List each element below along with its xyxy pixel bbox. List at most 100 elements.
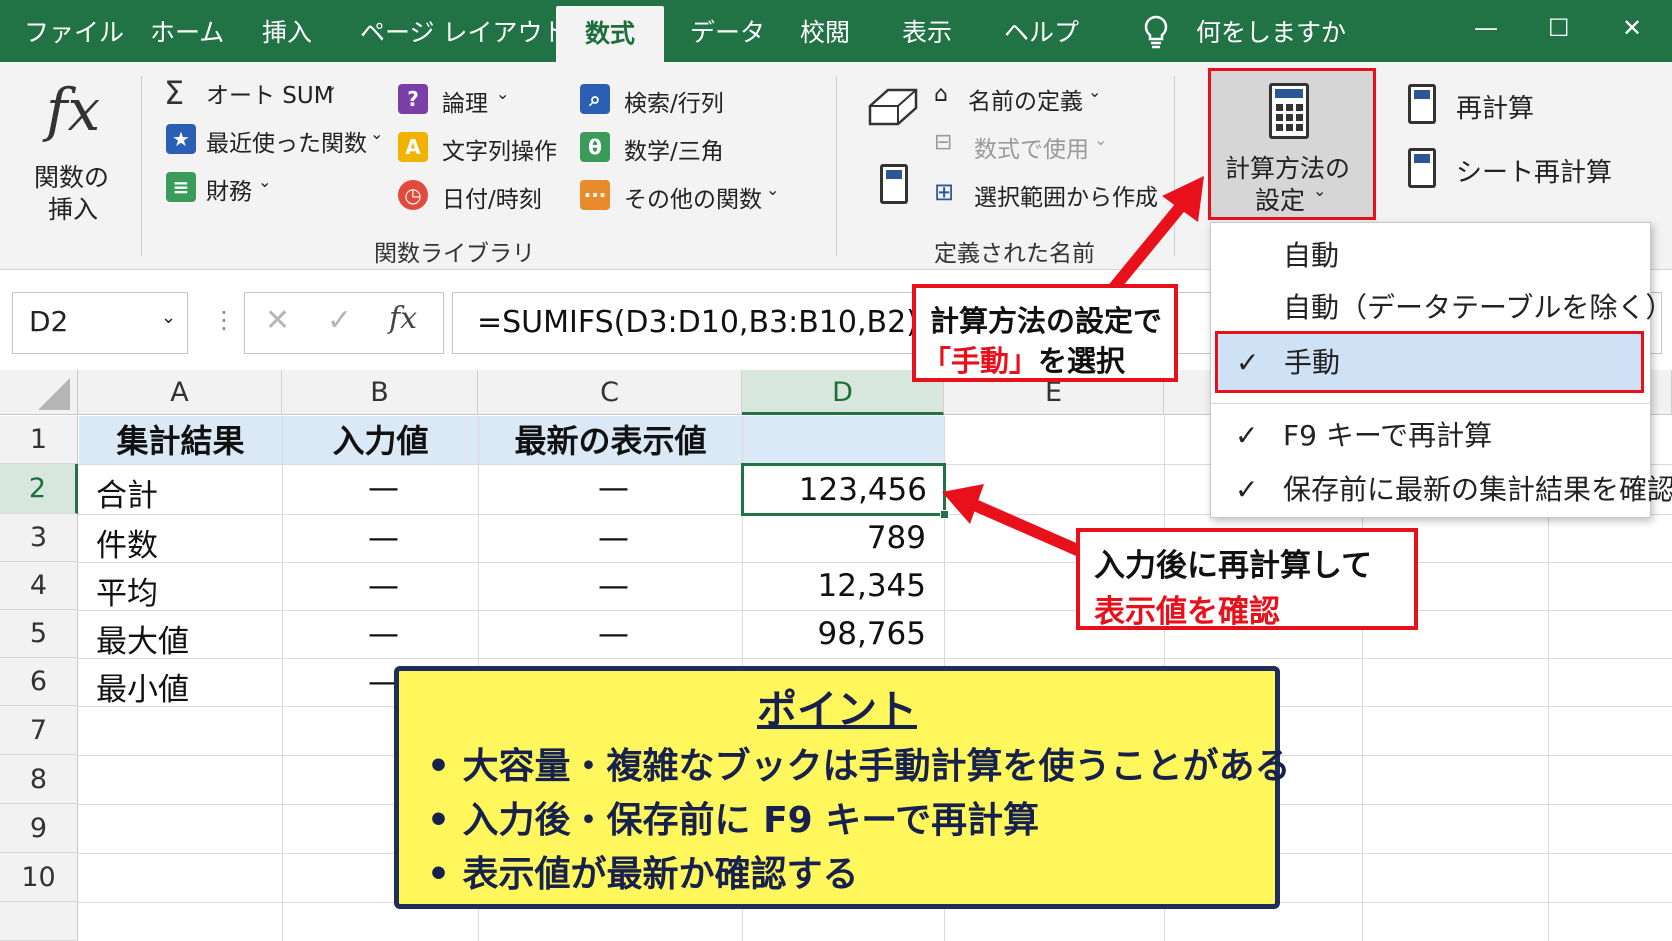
text-functions-label: 文字列操作 <box>442 139 557 165</box>
cell-b5[interactable]: — <box>368 616 399 652</box>
cell-a4[interactable]: 平均 <box>96 568 158 613</box>
more-functions-label: その他の関数 <box>624 187 762 213</box>
chevron-down-icon: ⌄ <box>766 180 780 199</box>
row-header-1[interactable]: 1 <box>0 416 78 464</box>
menu-item-recalc-before-save[interactable]: ✓ 保存前に最新の集計結果を確認 <box>1211 467 1672 513</box>
logical-label: 論理 <box>442 91 488 117</box>
calculation-options-label-2: 設定 <box>1255 186 1306 215</box>
insert-function-button[interactable]: fx 関数の 挿入 <box>20 76 130 226</box>
cell-b3[interactable]: — <box>368 520 399 556</box>
calculation-options-button[interactable]: 計算方法の 設定 ⌄ <box>1208 68 1376 220</box>
financial-label: 財務 <box>206 179 252 205</box>
menu-item-recalc-f9[interactable]: ✓ F9 キーで再計算 <box>1211 413 1650 459</box>
lightbulb-icon[interactable] <box>1142 14 1170 54</box>
column-header-c[interactable]: C <box>478 370 742 415</box>
point-bullet-2: • 入力後・保存前に F9 キーで再計算 <box>427 791 1039 843</box>
tab-view[interactable]: 表示 <box>902 0 952 62</box>
point-box: ポイント • 大容量・複雑なブックは手動計算を使うことがある • 入力後・保存前… <box>394 666 1291 909</box>
use-in-formula-label: 数式で使用 <box>974 137 1089 163</box>
tab-formulas[interactable]: 数式 <box>556 6 664 62</box>
autosum-label: オート SUM <box>206 83 334 109</box>
cell-a6[interactable]: 最小値 <box>96 664 189 709</box>
menu-divider <box>1211 403 1650 404</box>
cell-b2[interactable]: — <box>368 470 399 506</box>
menu-item-automatic[interactable]: 自動 <box>1211 233 1650 279</box>
insert-function-label: 関数の <box>34 163 110 192</box>
active-cell-d2[interactable]: 123,456 <box>741 463 949 519</box>
tab-page-layout[interactable]: ページ レイアウト <box>360 0 567 62</box>
define-name-label: 名前の定義 <box>968 89 1083 115</box>
calculation-options-menu: 自動 自動（データテーブルを除く） ✓ 手動 ✓ F9 キーで再計算 ✓ 保存前… <box>1210 222 1672 518</box>
cell-b1[interactable]: 入力値 <box>283 416 478 464</box>
fx-icon[interactable]: fx <box>389 301 417 336</box>
checkmark-icon: ✓ <box>1235 473 1259 506</box>
name-manager-icon[interactable] <box>866 84 920 134</box>
cell-a2[interactable]: 合計 <box>96 470 158 515</box>
formula-text: =SUMIFS(D3:D10,B3:B10,B2) <box>477 305 918 340</box>
row-header-8[interactable]: 8 <box>0 755 78 804</box>
cell-b4[interactable]: — <box>368 568 399 604</box>
menu-item-automatic-except-tables-label: 自動（データテーブルを除く） <box>1283 291 1672 324</box>
row-header-9[interactable]: 9 <box>0 804 78 853</box>
callout-select-manual-line2: を選択 <box>1038 344 1126 378</box>
checkmark-icon: ✓ <box>1236 346 1260 379</box>
tab-review[interactable]: 校閲 <box>800 0 850 62</box>
column-header-a[interactable]: A <box>78 370 282 415</box>
fill-handle[interactable] <box>940 510 949 519</box>
cell-c4[interactable]: — <box>598 568 629 604</box>
chevron-down-icon: ⌄ <box>258 172 272 191</box>
menu-item-manual[interactable]: ✓ 手動 <box>1215 331 1644 393</box>
cell-c5[interactable]: — <box>598 616 629 652</box>
menu-item-automatic-except-tables[interactable]: 自動（データテーブルを除く） <box>1211 285 1672 331</box>
callout-select-manual: 計算方法の設定で 「手動」を選択 <box>912 284 1178 382</box>
lookup-label: 検索/行列 <box>624 91 724 117</box>
cell-c1[interactable]: 最新の表示値 <box>479 416 742 464</box>
row-header-4[interactable]: 4 <box>0 562 78 610</box>
row-header-2[interactable]: 2 <box>0 464 78 514</box>
name-box-value: D2 <box>29 305 69 338</box>
text-a-icon: A <box>398 132 428 162</box>
more-options-icon[interactable]: ⋮ <box>212 306 236 334</box>
cell-c2[interactable]: — <box>598 470 629 506</box>
row-header-11[interactable] <box>0 902 78 941</box>
function-library-group-label: 関数ライブラリ <box>374 241 535 267</box>
cell-a1[interactable]: 集計結果 <box>79 416 282 464</box>
chevron-down-icon[interactable]: ⌄ <box>161 307 176 328</box>
name-box[interactable]: D2 ⌄ <box>12 292 188 354</box>
tell-me-search[interactable]: 何をしますか <box>1196 0 1346 62</box>
cell-d5[interactable]: 98,765 <box>818 616 926 652</box>
calculation-options-label: 計算方法の <box>1225 154 1351 183</box>
cell-a3[interactable]: 件数 <box>96 520 158 565</box>
select-all-corner[interactable] <box>0 370 78 415</box>
clock-icon: ◷ <box>398 180 428 210</box>
menu-item-manual-label: 手動 <box>1284 346 1341 379</box>
row-header-5[interactable]: 5 <box>0 610 78 658</box>
cancel-icon[interactable]: ✕ <box>265 303 290 338</box>
recent-functions-label: 最近使った関数 <box>206 131 367 157</box>
ribbon-tab-bar: ファイル ホーム 挿入 ページ レイアウト 数式 データ 校閲 表示 ヘルプ 何… <box>0 0 1672 62</box>
row-header-3[interactable]: 3 <box>0 514 78 562</box>
row-header-7[interactable]: 7 <box>0 706 78 755</box>
tab-home[interactable]: ホーム <box>150 0 224 62</box>
tab-file[interactable]: ファイル <box>24 0 124 62</box>
cell-d1[interactable] <box>743 416 944 464</box>
maximize-icon[interactable]: ☐ <box>1548 12 1570 44</box>
coins-icon: ≡ <box>166 172 196 202</box>
tab-insert[interactable]: 挿入 <box>262 0 312 62</box>
cell-d4[interactable]: 12,345 <box>818 568 926 604</box>
calculator-icon <box>1408 84 1436 124</box>
tab-help[interactable]: ヘルプ <box>1004 0 1079 62</box>
close-icon[interactable]: ✕ <box>1622 12 1642 44</box>
cell-a5[interactable]: 最大値 <box>96 616 189 661</box>
cell-c3[interactable]: — <box>598 520 629 556</box>
enter-icon[interactable]: ✓ <box>327 303 352 338</box>
chevron-down-icon: ⌄ <box>496 84 510 103</box>
chevron-down-icon: ⌄ <box>370 124 384 143</box>
column-header-b[interactable]: B <box>282 370 478 415</box>
row-header-10[interactable]: 10 <box>0 853 78 902</box>
tab-data[interactable]: データ <box>690 0 765 62</box>
row-header-6[interactable]: 6 <box>0 658 78 706</box>
cell-d3[interactable]: 789 <box>867 520 926 556</box>
math-trig-label: 数学/三角 <box>624 139 724 165</box>
minimize-icon[interactable]: — <box>1474 12 1498 44</box>
